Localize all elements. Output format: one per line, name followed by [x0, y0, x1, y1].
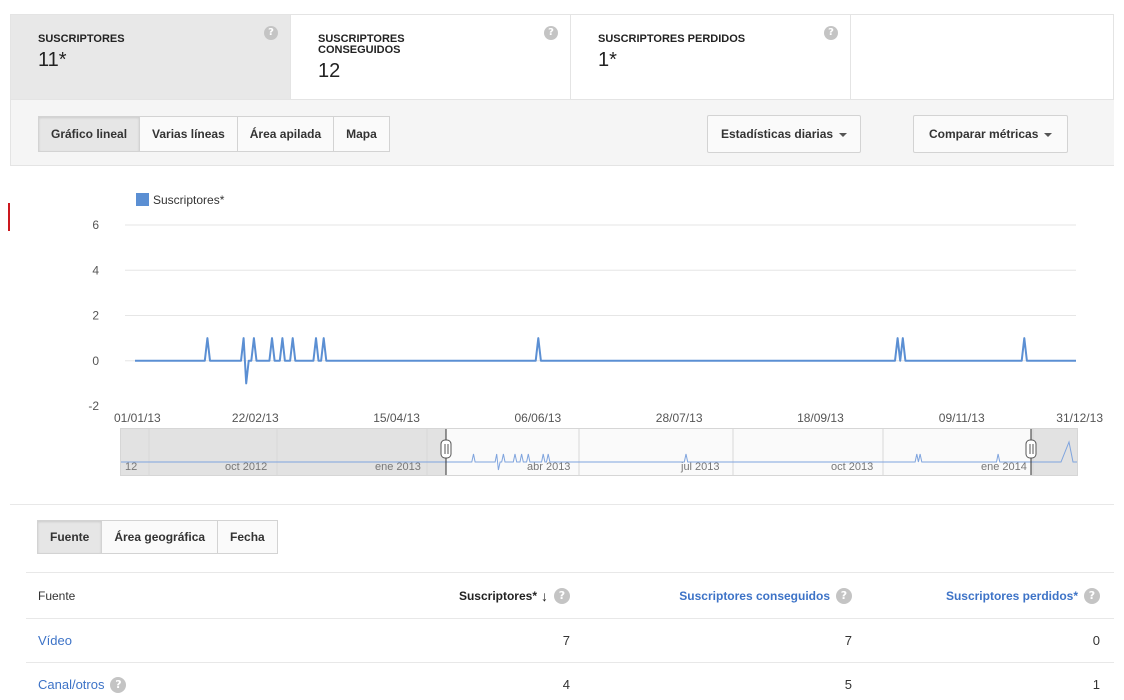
x-tick-label: 06/06/13	[514, 411, 561, 425]
tab-multi-line[interactable]: Varias líneas	[139, 116, 238, 152]
navigator-label: ene 2013	[375, 461, 421, 473]
row-gained-cell: 7	[844, 633, 852, 648]
stats-dropdown-wrap: Estadísticas diarias	[707, 115, 862, 153]
compare-metrics-dropdown[interactable]: Comparar métricas	[913, 115, 1069, 153]
table-dimension-tabs: Fuente Área geográfica Fecha	[37, 520, 278, 554]
subscribers-table: Fuente Suscriptores* ↓ ? Suscriptores co…	[26, 572, 1114, 700]
x-tick-label: 01/01/13	[114, 411, 161, 425]
navigator-label: jul 2013	[680, 461, 720, 473]
x-tick-label: 22/02/13	[232, 411, 279, 425]
table-header-row: Fuente Suscriptores* ↓ ? Suscriptores co…	[26, 572, 1114, 618]
y-tick-label: 6	[92, 218, 99, 232]
metric-card-subscribers-gained[interactable]: SUSCRIPTORES CONSEGUIDOS 12 ?	[291, 15, 571, 99]
chevron-down-icon	[1044, 132, 1053, 137]
tab-date[interactable]: Fecha	[217, 520, 278, 554]
row-lost-cell: 1	[1092, 677, 1100, 692]
chart-type-tabs: Gráfico lineal Varias líneas Área apilad…	[38, 116, 390, 152]
chart-grid	[125, 224, 1076, 362]
tab-geography[interactable]: Área geográfica	[101, 520, 219, 554]
header-subscribers-gained[interactable]: Suscriptores conseguidos ?	[679, 573, 852, 618]
metric-card-subscribers-lost[interactable]: SUSCRIPTORES PERDIDOS 1* ?	[571, 15, 851, 99]
series-line-subscribers	[135, 337, 1076, 385]
chevron-down-icon	[839, 132, 848, 137]
row-subs-cell: 7	[562, 633, 570, 648]
row-gained-cell: 5	[844, 677, 852, 692]
navigator-handle-right[interactable]	[1025, 429, 1037, 475]
y-axis-ticks: -2 0 2 4 6	[88, 218, 99, 413]
metric-card-subscribers[interactable]: SUSCRIPTORES 11* ?	[11, 15, 291, 99]
help-icon[interactable]: ?	[110, 676, 127, 693]
daily-stats-label: Estadísticas diarias	[721, 127, 834, 141]
row-source-cell: Vídeo	[38, 619, 72, 662]
x-tick-label: 31/12/13	[1056, 411, 1103, 425]
help-icon[interactable]: ?	[836, 587, 852, 604]
y-tick-label: 0	[92, 354, 99, 368]
row-lost-cell: 0	[1092, 633, 1100, 648]
header-subscribers[interactable]: Suscriptores* ↓ ?	[459, 573, 570, 618]
row-subs-cell: 4	[562, 677, 570, 692]
table-row: Vídeo 7 7 0	[26, 618, 1114, 662]
table-row: Canal/otros ? 4 5 1	[26, 662, 1114, 700]
section-divider	[10, 504, 1114, 505]
timeline-navigator[interactable]: 12 oct 2012 ene 2013 abr 2013 jul 2013 oct 20…	[120, 428, 1078, 476]
header-gained-link[interactable]: Suscriptores conseguidos	[679, 589, 830, 603]
y-tick-label: -2	[88, 399, 99, 413]
source-link-channel-other[interactable]: Canal/otros	[38, 677, 104, 692]
tab-source[interactable]: Fuente	[37, 520, 103, 554]
header-lost-link[interactable]: Suscriptores perdidos*	[946, 589, 1078, 603]
metric-label: SUSCRIPTORES	[38, 33, 125, 45]
x-tick-label: 15/04/13	[373, 411, 420, 425]
legend-swatch	[136, 193, 149, 206]
header-subscribers-label: Suscriptores*	[458, 588, 537, 603]
help-icon[interactable]: ?	[1084, 587, 1100, 604]
help-icon[interactable]: ?	[544, 26, 558, 40]
help-icon[interactable]: ?	[264, 26, 278, 40]
compare-metrics-label: Comparar métricas	[929, 127, 1039, 141]
header-subscribers-lost[interactable]: Suscriptores perdidos* ?	[946, 573, 1100, 618]
metric-value: 12	[318, 60, 341, 82]
metric-card-empty	[851, 15, 1114, 99]
x-tick-label: 09/11/13	[939, 411, 985, 425]
metric-value: 11*	[38, 49, 67, 71]
metric-label: SUSCRIPTORES PERDIDOS	[598, 33, 746, 45]
header-source: Fuente	[38, 588, 76, 603]
navigator-handle-left[interactable]	[440, 429, 452, 475]
compare-dropdown-wrap: Comparar métricas	[913, 115, 1069, 153]
source-link-video[interactable]: Vídeo	[38, 633, 72, 648]
navigator-label: ene 2014	[981, 461, 1027, 473]
help-icon[interactable]: ?	[554, 587, 570, 604]
metric-cards: SUSCRIPTORES 11* ? SUSCRIPTORES CONSEGUI…	[10, 14, 1114, 100]
navigator-label: oct 2013	[831, 461, 873, 473]
navigator-label: 12	[125, 461, 137, 473]
metric-value: 1*	[598, 49, 617, 71]
help-icon[interactable]: ?	[824, 26, 838, 40]
y-tick-label: 2	[92, 309, 99, 323]
daily-stats-dropdown[interactable]: Estadísticas diarias	[707, 115, 862, 153]
chart-toolbar: Gráfico lineal Varias líneas Área apilad…	[10, 100, 1114, 166]
navigator-label: oct 2012	[225, 461, 267, 473]
sort-desc-icon: ↓	[541, 587, 548, 604]
navigator-label: abr 2013	[527, 461, 570, 473]
row-source-cell: Canal/otros ?	[38, 663, 127, 700]
legend-label: Suscriptores*	[153, 193, 225, 207]
tab-map[interactable]: Mapa	[333, 116, 390, 152]
metric-label: SUSCRIPTORES CONSEGUIDOS	[318, 33, 405, 56]
tab-line-chart[interactable]: Gráfico lineal	[38, 116, 141, 152]
x-tick-label: 18/09/13	[797, 411, 844, 425]
x-axis-ticks: 01/01/13 22/02/13 15/04/13 06/06/13 28/07/13…	[114, 411, 1103, 425]
navigator-mini-chart: 12 oct 2012 ene 2013 abr 2013 jul 2013 oct 20…	[121, 429, 1077, 475]
y-tick-label: 4	[92, 263, 99, 277]
tab-stacked-area[interactable]: Área apilada	[236, 116, 335, 152]
x-tick-label: 28/07/13	[656, 411, 703, 425]
